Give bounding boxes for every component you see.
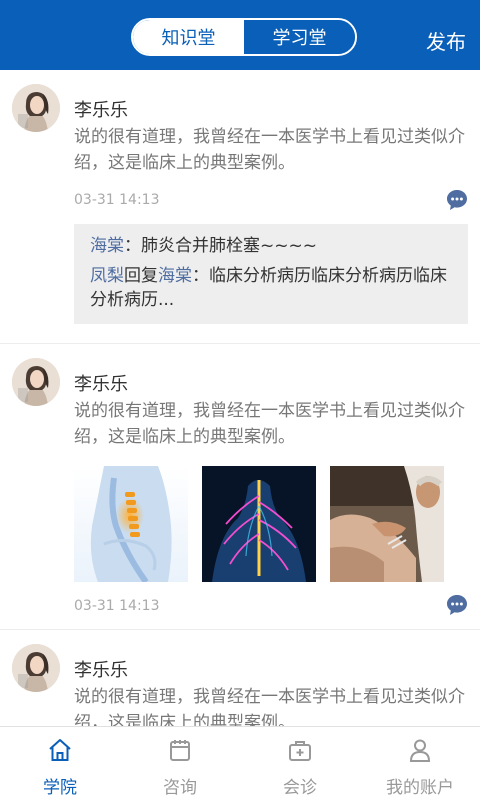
comment-separator: ：: [192, 266, 209, 286]
avatar[interactable]: [12, 84, 60, 132]
tab-label: 会诊: [283, 778, 317, 798]
tab-my-account[interactable]: 我的账户: [360, 727, 480, 800]
person-icon: [407, 737, 433, 763]
comment-icon[interactable]: [446, 594, 468, 616]
comment-separator: ：: [124, 236, 141, 256]
author-name: 李乐乐: [74, 374, 128, 395]
spine-image[interactable]: [74, 466, 188, 582]
post-time: 03-31 14:13: [74, 192, 160, 208]
home-icon: [47, 737, 73, 763]
author-name: 李乐乐: [74, 100, 128, 121]
publish-button[interactable]: 发布: [426, 26, 466, 55]
tab-knowledge-hall[interactable]: 知识堂: [133, 20, 244, 54]
top-bar: 知识堂 学习堂 发布: [0, 0, 480, 70]
comment-text: 肺炎合并肺栓塞~~~~: [141, 236, 317, 256]
tab-study-hall[interactable]: 学习堂: [244, 20, 355, 54]
post-content: 说的很有道理，我曾经在一本医学书上看见过类似介绍，这是临床上的典型案例。: [74, 401, 465, 447]
post-content: 说的很有道理，我曾经在一本医学书上看见过类似介绍，这是临床上的典型案例。: [74, 687, 465, 726]
medical-kit-icon: [287, 737, 313, 763]
post-time: 03-31 14:13: [74, 598, 160, 614]
post-item: 李乐乐 说的很有道理，我曾经在一本医学书上看见过类似介绍，这是临床上的典型案例。: [0, 630, 480, 726]
post-content: 说的很有道理，我曾经在一本医学书上看见过类似介绍，这是临床上的典型案例。: [74, 127, 465, 173]
post-item: 李乐乐 说的很有道理，我曾经在一本医学书上看见过类似介绍，这是临床上的典型案例。: [0, 344, 480, 630]
post-item: 李乐乐 说的很有道理，我曾经在一本医学书上看见过类似介绍，这是临床上的典型案例。…: [0, 70, 480, 344]
tab-consultation[interactable]: 会诊: [240, 727, 360, 800]
comment-item[interactable]: 海棠：肺炎合并肺栓塞~~~~: [90, 234, 452, 258]
tab-label: 学院: [43, 778, 77, 798]
avatar[interactable]: [12, 644, 60, 692]
image-gallery: [74, 466, 468, 582]
tab-consult[interactable]: 咨询: [120, 727, 240, 800]
comment-list: 海棠：肺炎合并肺栓塞~~~~ 凤梨回复海棠：临床分析病历临床分析病历临床分析病历…: [74, 224, 468, 324]
author-name: 李乐乐: [74, 660, 128, 681]
comment-item[interactable]: 凤梨回复海棠：临床分析病历临床分析病历临床分析病历...: [90, 264, 452, 312]
segment-control: 知识堂 学习堂: [131, 18, 357, 56]
nerve-image[interactable]: [202, 466, 316, 582]
bottom-tab-bar: 学院 咨询 会诊 我的账户: [0, 726, 480, 800]
comment-author[interactable]: 凤梨: [90, 266, 124, 286]
comment-author[interactable]: 海棠: [90, 236, 124, 256]
tab-label: 我的账户: [386, 778, 454, 798]
post-feed[interactable]: 李乐乐 说的很有道理，我曾经在一本医学书上看见过类似介绍，这是临床上的典型案例。…: [0, 70, 480, 726]
therapy-image[interactable]: [330, 466, 444, 582]
reply-word: 回复: [124, 266, 158, 286]
comment-icon[interactable]: [446, 189, 468, 211]
reply-to-author[interactable]: 海棠: [158, 266, 192, 286]
avatar[interactable]: [12, 358, 60, 406]
tab-label: 咨询: [163, 778, 197, 798]
calendar-icon: [167, 737, 193, 763]
tab-academy[interactable]: 学院: [0, 727, 120, 800]
